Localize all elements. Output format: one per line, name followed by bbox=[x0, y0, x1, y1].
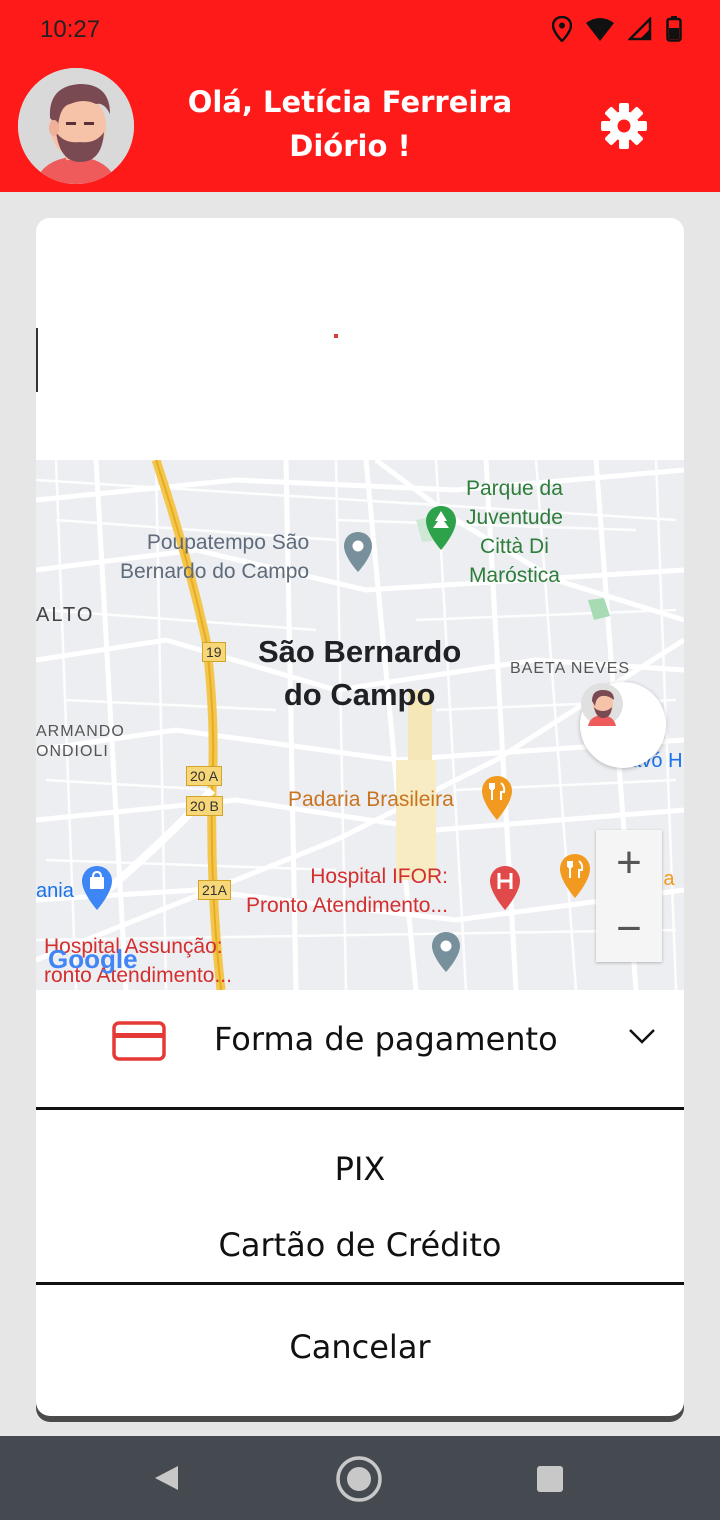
map-pin-icon bbox=[344, 532, 372, 572]
user-avatar[interactable] bbox=[18, 68, 134, 184]
hospital-pin-icon bbox=[490, 866, 520, 910]
map-label-poupatempo: Poupatempo São Bernardo do Campo bbox=[120, 528, 309, 586]
map-label-line: Pronto Atendimento... bbox=[246, 894, 448, 917]
payment-option-pix[interactable]: PIX bbox=[36, 1150, 684, 1188]
system-navigation-bar bbox=[0, 1436, 720, 1520]
payment-modal: 19 20 A 20 B 21A Poupatempo São Bernardo… bbox=[36, 218, 684, 1416]
map-label-line: Città Di bbox=[480, 535, 549, 558]
user-avatar-marker-icon bbox=[581, 683, 623, 726]
map-label-line: Bernardo do Campo bbox=[120, 560, 310, 583]
map-label-armando: ARMANDO ONDIOLI bbox=[36, 722, 125, 762]
map-pin-icon bbox=[432, 932, 460, 972]
zoom-out-button[interactable]: − bbox=[596, 896, 662, 962]
map-label-line: Parque da bbox=[466, 477, 563, 500]
map-label-alto: ALTO bbox=[36, 604, 95, 626]
map-label-line: São Bernardo bbox=[258, 634, 462, 669]
road-shield-20b: 20 B bbox=[186, 796, 223, 816]
recents-button-icon[interactable] bbox=[536, 1465, 564, 1493]
greeting-text: Olá, Letícia Ferreira Diório ! bbox=[160, 80, 540, 168]
status-bar: 10:27 bbox=[0, 0, 720, 58]
credit-card-icon bbox=[112, 1021, 166, 1061]
cancel-button[interactable]: Cancelar bbox=[36, 1328, 684, 1366]
gear-icon bbox=[601, 103, 647, 149]
app-header: Olá, Letícia Ferreira Diório ! bbox=[0, 58, 720, 192]
my-location-marker[interactable] bbox=[580, 682, 666, 768]
signal-icon bbox=[628, 17, 652, 41]
payment-method-select[interactable]: Forma de pagamento bbox=[36, 990, 684, 1108]
map-label-line: Poupatempo São bbox=[146, 531, 310, 554]
map-label-hospital-ifor: Hospital IFOR: Pronto Atendimento... bbox=[246, 862, 448, 920]
road-shield-20a: 20 A bbox=[186, 766, 223, 786]
map-label-line: Juventude bbox=[466, 506, 563, 529]
park-pin-icon bbox=[426, 506, 456, 550]
restaurant-pin-icon bbox=[482, 776, 512, 820]
map-label-baeta-neves: BAETA NEVES bbox=[510, 660, 631, 677]
zoom-in-button[interactable]: + bbox=[596, 830, 662, 896]
status-icons bbox=[552, 14, 682, 44]
loading-dot bbox=[334, 334, 338, 338]
map-label-line: ARMANDO bbox=[36, 723, 125, 740]
wifi-icon bbox=[586, 18, 614, 41]
payment-option-credit-card[interactable]: Cartão de Crédito bbox=[36, 1226, 684, 1264]
status-time: 10:27 bbox=[40, 16, 101, 43]
shopping-pin-icon bbox=[82, 866, 112, 910]
road-shield-19: 19 bbox=[202, 642, 226, 662]
map-label-line: ONDIOLI bbox=[36, 743, 109, 760]
map-label-line: do Campo bbox=[283, 677, 436, 712]
payment-method-label: Forma de pagamento bbox=[214, 1020, 558, 1058]
map-label-padaria: Padaria Brasileira bbox=[288, 788, 454, 811]
settings-button[interactable] bbox=[596, 98, 652, 154]
battery-icon bbox=[666, 16, 682, 42]
back-button-icon[interactable] bbox=[152, 1464, 180, 1492]
divider bbox=[36, 1107, 684, 1110]
divider bbox=[36, 328, 38, 392]
map-label-line: Hospital IFOR: bbox=[310, 865, 448, 888]
divider bbox=[36, 1282, 684, 1285]
road-shield-21a: 21A bbox=[198, 880, 231, 900]
map-label-line: Maróstica bbox=[468, 564, 560, 587]
avatar-illustration-icon bbox=[18, 68, 134, 184]
greeting-line-1: Olá, Letícia Ferreira bbox=[187, 85, 513, 119]
greeting-line-2: Diório ! bbox=[289, 129, 411, 163]
zoom-controls: + − bbox=[596, 830, 662, 962]
modal-top-area bbox=[36, 218, 684, 460]
chevron-down-icon bbox=[629, 1029, 655, 1044]
location-icon bbox=[552, 16, 572, 42]
map-label-parque: Parque da Juventude Città Di Maróstica bbox=[466, 474, 563, 590]
google-logo: Google bbox=[48, 944, 138, 974]
restaurant-pin-icon bbox=[560, 854, 590, 898]
map-view[interactable]: 19 20 A 20 B 21A Poupatempo São Bernardo… bbox=[36, 460, 684, 990]
home-button-icon[interactable] bbox=[334, 1454, 384, 1504]
map-label-city: São Bernardo do Campo bbox=[258, 630, 461, 716]
map-label-ania: ania bbox=[36, 880, 74, 902]
